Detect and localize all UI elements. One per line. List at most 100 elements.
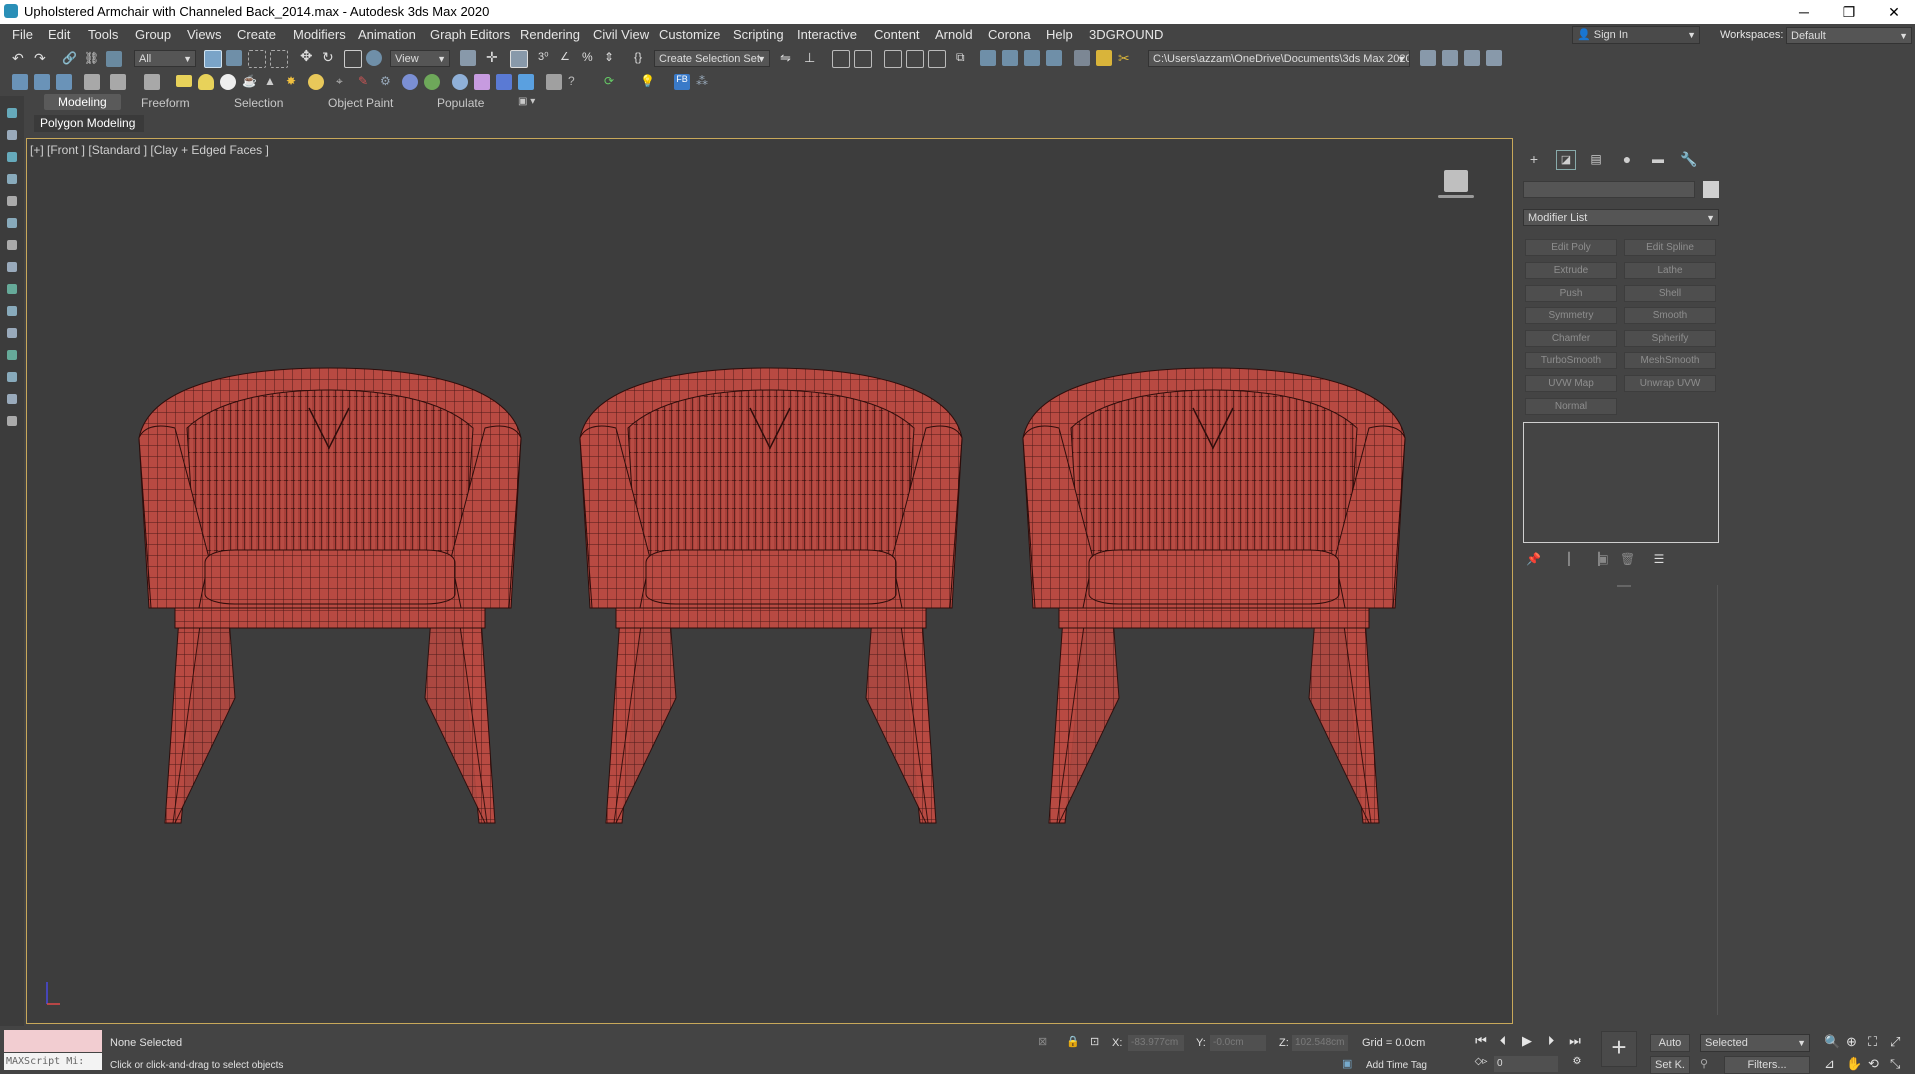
make-unique-icon[interactable]: ▣: [1596, 552, 1610, 566]
hierarchy-panel-tab[interactable]: ▤: [1587, 150, 1605, 168]
schematic-view-icon[interactable]: [928, 50, 946, 68]
grid-plugin-icon[interactable]: ⁂: [696, 74, 712, 90]
configure-modifier-sets-icon[interactable]: ☰: [1652, 552, 1666, 566]
modifier-spherify-button[interactable]: Spherify: [1624, 330, 1716, 347]
loop-tool-icon[interactable]: [7, 262, 17, 272]
time-tag-icon[interactable]: ▣: [1342, 1057, 1352, 1070]
workspaces-dropdown[interactable]: Default ▼: [1786, 27, 1912, 44]
modifier-unwrap-uvw-button[interactable]: Unwrap UVW: [1624, 375, 1716, 392]
shrink-tool-icon[interactable]: [7, 328, 17, 338]
modifier-normal-button[interactable]: Normal: [1525, 398, 1617, 415]
menu-scripting[interactable]: Scripting: [733, 27, 784, 42]
modifier-list-dropdown[interactable]: Modifier List ▼: [1523, 209, 1719, 226]
rectangular-selection-icon[interactable]: [248, 50, 266, 68]
menu-arnold[interactable]: Arnold: [935, 27, 973, 42]
corona-converter-icon[interactable]: [546, 74, 562, 90]
x-coordinate-field[interactable]: -83.977cm: [1128, 1035, 1184, 1051]
panel-divider[interactable]: [1617, 585, 1631, 587]
filters-button[interactable]: Filters...: [1724, 1056, 1810, 1074]
armchair-left[interactable]: [138, 367, 522, 824]
menu-file[interactable]: File: [12, 27, 33, 42]
auto-key-button[interactable]: Auto: [1650, 1034, 1690, 1052]
foliage-icon[interactable]: [424, 74, 440, 90]
play-icon[interactable]: ▶: [1518, 1033, 1536, 1049]
unhide-all-icon[interactable]: [110, 74, 126, 90]
scene-explorer-icon[interactable]: [12, 74, 28, 90]
material-ball-icon[interactable]: [452, 74, 468, 90]
set-key-big-button[interactable]: +: [1601, 1031, 1637, 1067]
material-map-icon[interactable]: [474, 74, 490, 90]
particle-icon[interactable]: [402, 74, 418, 90]
minimize-button[interactable]: ─: [1781, 0, 1827, 24]
orbit-icon[interactable]: ⟲: [1868, 1056, 1879, 1072]
unlink-icon[interactable]: ⛓: [84, 51, 100, 67]
reference-coordinate-dropdown[interactable]: View ▼: [390, 50, 450, 67]
edit-named-selection-icon[interactable]: {}: [634, 50, 650, 66]
select-object-icon[interactable]: [204, 50, 222, 68]
spinner-snap-icon[interactable]: ⇕: [604, 50, 620, 66]
corona-tools-icon[interactable]: ✂: [1118, 50, 1134, 66]
save-icon[interactable]: [56, 74, 72, 90]
maxscript-listener-output[interactable]: [4, 1030, 102, 1052]
move-icon[interactable]: ✥: [300, 49, 316, 66]
remove-modifier-icon[interactable]: 🗑: [1620, 552, 1635, 566]
pin-stack-icon[interactable]: 📌: [1526, 552, 1541, 566]
selection-filter-dropdown[interactable]: All ▼: [134, 50, 196, 67]
connect-tool-icon[interactable]: [7, 394, 17, 404]
material-editor-icon[interactable]: ⧉: [956, 50, 972, 66]
key-mode-icon[interactable]: ◇▹: [1472, 1056, 1490, 1067]
modifier-push-button[interactable]: Push: [1525, 285, 1617, 302]
sun-icon[interactable]: [308, 74, 324, 90]
window-crossing-icon[interactable]: [270, 50, 288, 68]
cone-primitive-icon[interactable]: ▲: [264, 74, 280, 90]
go-to-start-icon[interactable]: ⏮: [1472, 1033, 1490, 1049]
set-key-button[interactable]: Set K.: [1650, 1056, 1690, 1074]
panel-scroll-track[interactable]: [1717, 585, 1718, 1015]
menu-group[interactable]: Group: [135, 27, 171, 42]
edge-tool-icon[interactable]: [7, 152, 17, 162]
modifier-extrude-button[interactable]: Extrude: [1525, 262, 1617, 279]
modifier-shell-button[interactable]: Shell: [1624, 285, 1716, 302]
add-time-tag[interactable]: Add Time Tag: [1366, 1060, 1427, 1071]
menu-edit[interactable]: Edit: [48, 27, 70, 42]
utilities-panel-tab[interactable]: 🔧: [1680, 150, 1698, 168]
menu-tools[interactable]: Tools: [88, 27, 118, 42]
undo-icon[interactable]: ↶: [12, 50, 28, 66]
menu-rendering[interactable]: Rendering: [520, 27, 580, 42]
scale-icon[interactable]: [344, 50, 362, 68]
modifier-smooth-button[interactable]: Smooth: [1624, 307, 1716, 324]
menu-3dground[interactable]: 3DGROUND: [1089, 27, 1163, 42]
paint-tool-icon[interactable]: [7, 218, 17, 228]
swift-loop-icon[interactable]: [7, 350, 17, 360]
arnold-light-icon[interactable]: [496, 74, 512, 90]
restore-button[interactable]: ❐: [1826, 0, 1872, 24]
refresh-icon[interactable]: ⟳: [604, 74, 620, 90]
helper-icon[interactable]: ⌖: [336, 74, 352, 90]
redo-icon[interactable]: ↷: [34, 50, 50, 66]
arnold-render-icon[interactable]: [518, 74, 534, 90]
modifier-lathe-button[interactable]: Lathe: [1624, 262, 1716, 279]
graphite-toolbar-icon[interactable]: [884, 50, 902, 68]
rotate-icon[interactable]: ↻: [322, 50, 338, 66]
modifier-meshsmooth-button[interactable]: MeshSmooth: [1624, 352, 1716, 369]
tab-selection[interactable]: Selection: [234, 96, 283, 110]
zoom-extents-icon[interactable]: ⛶: [1868, 1034, 1877, 1050]
grow-tool-icon[interactable]: [7, 306, 17, 316]
lock-selection-icon[interactable]: 🔒: [1066, 1035, 1080, 1048]
ribbon-options-icon[interactable]: ▣ ▾: [518, 96, 535, 107]
menu-customize[interactable]: Customize: [659, 27, 720, 42]
lightbulb-icon[interactable]: 💡: [640, 74, 656, 90]
polygon-tool-icon[interactable]: [7, 174, 17, 184]
modifier-symmetry-button[interactable]: Symmetry: [1525, 307, 1617, 324]
modifier-turbosmooth-button[interactable]: TurboSmooth: [1525, 352, 1617, 369]
show-end-result-icon[interactable]: ┃: [1562, 552, 1576, 566]
pan-icon[interactable]: ✋: [1846, 1056, 1862, 1072]
zoom-extents-all-icon[interactable]: ⤢: [1890, 1034, 1900, 1050]
menu-interactive[interactable]: Interactive: [797, 27, 857, 42]
modifier-uvw-map-button[interactable]: UVW Map: [1525, 375, 1617, 392]
field-of-view-icon[interactable]: ⊿: [1824, 1056, 1835, 1072]
modifier-chamfer-button[interactable]: Chamfer: [1525, 330, 1617, 347]
ribbon-panel-polygon-modeling[interactable]: Polygon Modeling: [34, 115, 144, 132]
systems-icon[interactable]: ⚙: [380, 74, 396, 90]
mirror-icon[interactable]: ⇋: [780, 50, 796, 66]
